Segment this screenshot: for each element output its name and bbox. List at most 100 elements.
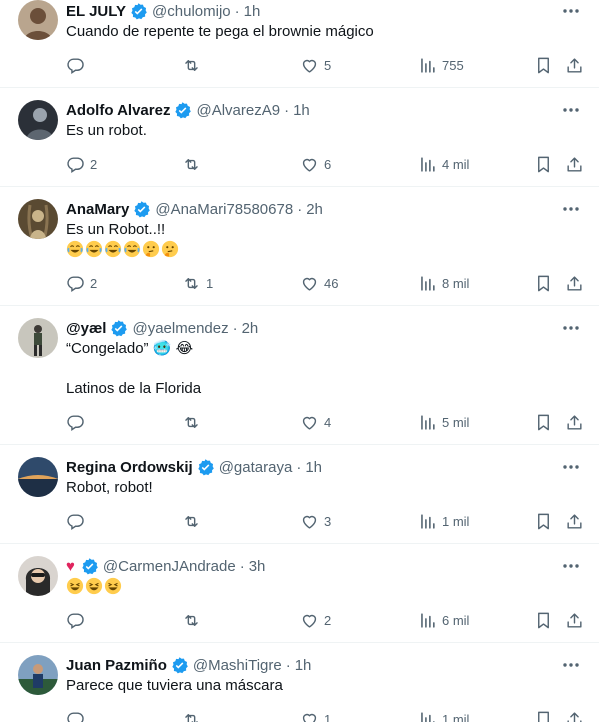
display-name[interactable]: Juan Pazmiño (66, 657, 167, 674)
handle[interactable]: @AlvarezA9 (196, 102, 280, 119)
views-button[interactable]: 1 mil (418, 709, 469, 722)
reply-button[interactable]: 2 (66, 273, 97, 293)
like-button[interactable]: 1 (300, 709, 331, 722)
handle[interactable]: @MashiTigre (193, 657, 282, 674)
laughing-emoji-icon (66, 577, 84, 595)
timestamp[interactable]: 2h (242, 320, 259, 337)
emoji-line (66, 577, 123, 598)
bookmark-button[interactable] (534, 154, 553, 174)
share-icon (567, 275, 582, 291)
more-options-button[interactable] (561, 100, 581, 120)
views-button[interactable]: 8 mil (418, 273, 469, 293)
like-button[interactable]: 5 (300, 55, 331, 75)
more-options-button[interactable] (561, 556, 581, 576)
timestamp[interactable]: 1h (305, 459, 322, 476)
tweet[interactable]: AnaMary @AnaMari78580678 · 2h Es un Robo… (0, 187, 599, 306)
avatar[interactable] (18, 0, 58, 40)
timestamp[interactable]: 1h (244, 3, 261, 20)
tweet-text: “Congelado” 🥶 😂 Latinos de la Florida (66, 339, 201, 399)
avatar[interactable] (18, 318, 58, 358)
views-button[interactable]: 1 mil (418, 511, 469, 531)
bookmark-button[interactable] (534, 412, 553, 432)
like-button[interactable]: 3 (300, 511, 331, 531)
more-options-button[interactable] (561, 1, 581, 21)
timestamp[interactable]: 1h (293, 102, 310, 119)
share-button[interactable] (565, 709, 584, 722)
handle[interactable]: @gataraya (219, 459, 293, 476)
tweet[interactable]: Juan Pazmiño @MashiTigre · 1h Parece que… (0, 643, 599, 722)
display-name[interactable]: AnaMary (66, 201, 129, 218)
share-button[interactable] (565, 273, 584, 293)
joy-emoji-icon (123, 240, 141, 258)
display-name[interactable]: Regina Ordowskij (66, 459, 193, 476)
repost-button[interactable] (182, 709, 206, 722)
bookmark-button[interactable] (534, 610, 553, 630)
verified-badge-icon (134, 200, 151, 217)
tweet[interactable]: EL JULY @chulomijo · 1h Cuando de repent… (0, 0, 599, 88)
more-options-button[interactable] (561, 655, 581, 675)
avatar[interactable] (18, 457, 58, 497)
reply-button[interactable] (66, 610, 90, 630)
handle[interactable]: @AnaMari78580678 (155, 201, 293, 218)
timestamp[interactable]: 2h (306, 201, 323, 218)
reply-button[interactable] (66, 412, 90, 432)
bookmark-button[interactable] (534, 273, 553, 293)
tweet[interactable]: ♥ @CarmenJAndrade · 3h 2 6 mil (0, 544, 599, 643)
reply-button[interactable] (66, 709, 90, 722)
bookmark-button[interactable] (534, 55, 553, 75)
avatar[interactable] (18, 100, 58, 140)
share-icon (567, 612, 582, 628)
repost-button[interactable] (182, 154, 206, 174)
timestamp[interactable]: 1h (295, 657, 312, 674)
views-button[interactable]: 4 mil (418, 154, 469, 174)
reply-button[interactable] (66, 55, 90, 75)
more-options-button[interactable] (561, 318, 581, 338)
repost-button[interactable] (182, 610, 206, 630)
avatar[interactable] (18, 556, 58, 596)
avatar[interactable] (18, 655, 58, 695)
reply-icon (67, 57, 84, 74)
views-button[interactable]: 5 mil (418, 412, 469, 432)
more-icon (563, 465, 579, 469)
reply-button[interactable] (66, 511, 90, 531)
views-button[interactable]: 755 (418, 55, 464, 75)
handle[interactable]: @CarmenJAndrade (103, 558, 236, 575)
share-button[interactable] (565, 55, 584, 75)
repost-button[interactable] (182, 412, 206, 432)
repost-button[interactable]: 1 (182, 273, 213, 293)
bookmark-button[interactable] (534, 709, 553, 722)
more-options-button[interactable] (561, 457, 581, 477)
repost-button[interactable] (182, 511, 206, 531)
views-count: 4 mil (442, 156, 470, 172)
tweet[interactable]: @yæl @yaelmendez · 2h “Congelado” 🥶 😂 La… (0, 306, 599, 445)
avatar[interactable] (18, 199, 58, 239)
display-name[interactable]: Adolfo Alvarez (66, 102, 170, 119)
tweet-header: Regina Ordowskij @gataraya · 1h (66, 456, 322, 478)
bookmark-icon (538, 414, 549, 430)
share-button[interactable] (565, 154, 584, 174)
timestamp[interactable]: 3h (249, 558, 266, 575)
tweet-header: Adolfo Alvarez @AlvarezA9 · 1h (66, 99, 310, 121)
tweet-text-line: Robot, robot! (66, 479, 153, 496)
more-icon (563, 9, 579, 13)
share-button[interactable] (565, 610, 584, 630)
display-name[interactable]: @yæl (66, 320, 106, 337)
like-button[interactable]: 4 (300, 412, 331, 432)
tweet[interactable]: Regina Ordowskij @gataraya · 1h Robot, r… (0, 445, 599, 544)
like-button[interactable]: 6 (300, 154, 331, 174)
handle[interactable]: @yaelmendez (132, 320, 228, 337)
tweet[interactable]: Adolfo Alvarez @AlvarezA9 · 1h Es un rob… (0, 88, 599, 187)
like-button[interactable]: 2 (300, 610, 331, 630)
more-options-button[interactable] (561, 199, 581, 219)
repost-button[interactable] (182, 55, 206, 75)
share-button[interactable] (565, 511, 584, 531)
share-button[interactable] (565, 412, 584, 432)
bookmark-button[interactable] (534, 511, 553, 531)
views-button[interactable]: 6 mil (418, 610, 469, 630)
display-name[interactable]: EL JULY (66, 3, 126, 20)
handle[interactable]: @chulomijo (152, 3, 231, 20)
reply-button[interactable]: 2 (66, 154, 97, 174)
like-button[interactable]: 46 (300, 273, 338, 293)
action-bar: 3 1 mil (0, 511, 599, 531)
display-name[interactable]: ♥ (66, 558, 75, 575)
